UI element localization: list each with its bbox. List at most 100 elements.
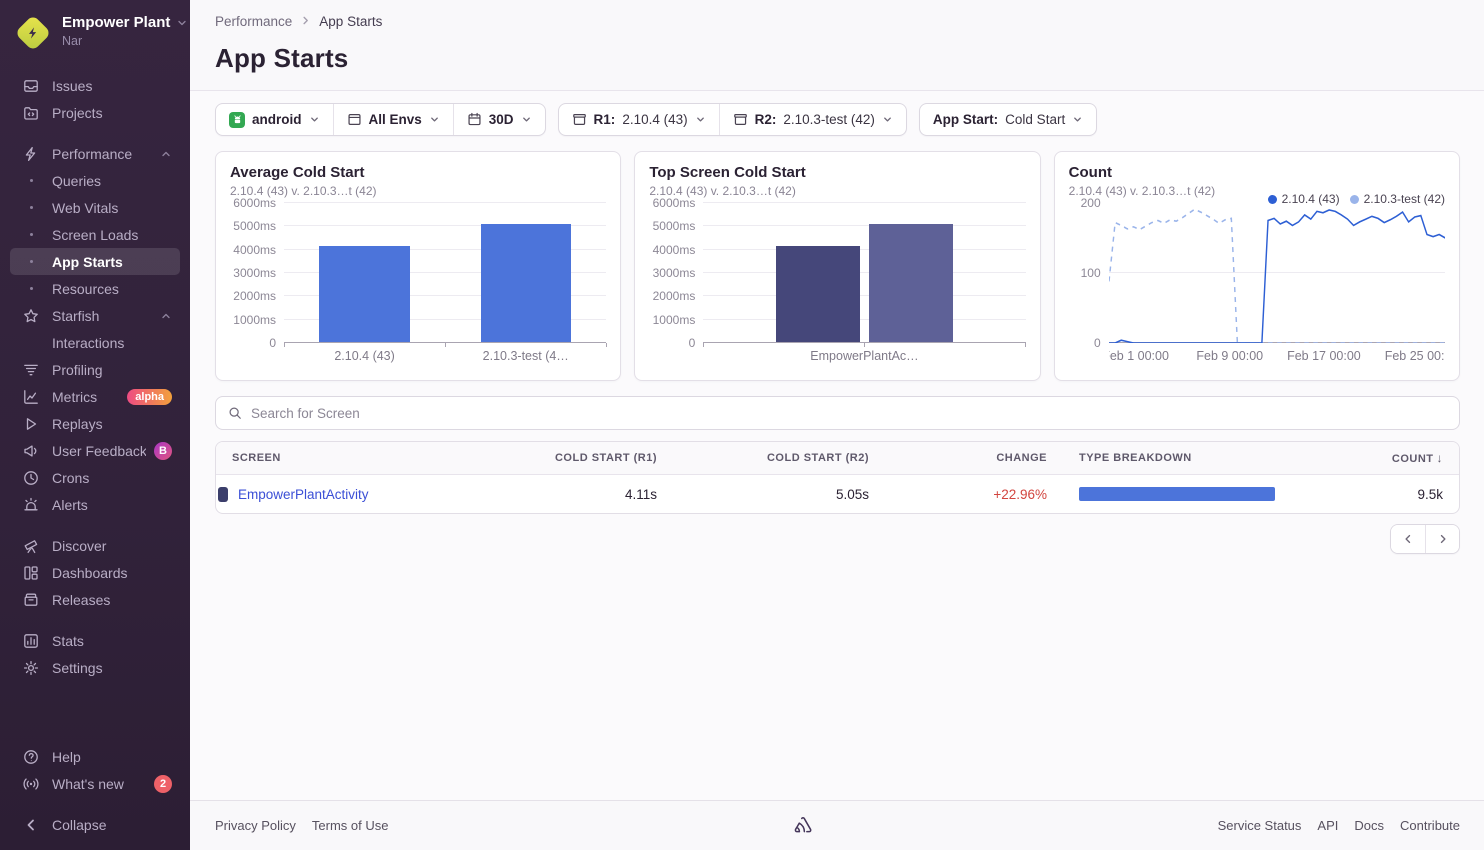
sidebar-item-label: Profiling — [52, 362, 172, 378]
column-header-type-breakdown[interactable]: TYPE BREAKDOWN — [1063, 452, 1293, 464]
sidebar-item-screen-loads[interactable]: Screen Loads — [10, 221, 180, 248]
column-header-change[interactable]: CHANGE — [885, 452, 1063, 464]
chevron-down-icon — [882, 114, 893, 125]
app-start-type-filter[interactable]: App Start: Cold Start — [920, 104, 1096, 135]
star-icon — [22, 307, 40, 325]
type-breakdown-bar — [1079, 487, 1275, 501]
footer-right-links: Service Status API Docs Contribute — [1218, 818, 1460, 833]
chart-subtitle: 2.10.4 (43) v. 2.10.3…t (42) — [230, 184, 606, 199]
sidebar-item-label: Help — [52, 749, 172, 765]
sidebar-item-label: Starfish — [52, 308, 160, 324]
siren-icon — [22, 496, 40, 514]
count-cell: 9.5k — [1293, 487, 1459, 502]
sidebar-item-replays[interactable]: Replays — [10, 410, 180, 437]
filter-bar: android All Envs 30D R1: 2 — [215, 103, 1460, 136]
releases-icon — [22, 591, 40, 609]
page-header: Performance App Starts App Starts — [190, 0, 1484, 91]
footer-link-api[interactable]: API — [1317, 818, 1338, 833]
legend-item-2-10-3-test-42[interactable]: 2.10.3-test (42) — [1350, 192, 1445, 206]
sidebar-item-alerts[interactable]: Alerts — [10, 491, 180, 518]
search-input[interactable] — [251, 406, 1447, 421]
sidebar-item-profiling[interactable]: Profiling — [10, 356, 180, 383]
org-subtitle: Nar — [62, 34, 188, 48]
sidebar-item-user-feedback[interactable]: User FeedbackB — [10, 437, 180, 464]
release2-filter[interactable]: R2: 2.10.3-test (42) — [719, 104, 906, 135]
y-axis-tick: 0 — [689, 336, 696, 350]
environment-filter-label: All Envs — [369, 112, 422, 127]
sidebar-item-collapse[interactable]: Collapse — [10, 811, 180, 838]
org-switcher[interactable]: Empower Plant Nar — [0, 0, 190, 58]
line-series-2-10-4-43 — [1109, 210, 1445, 343]
y-axis-tick: 0 — [1094, 336, 1101, 350]
footer-link-privacy-policy[interactable]: Privacy Policy — [215, 818, 296, 833]
column-header-screen[interactable]: SCREEN — [216, 452, 516, 464]
legend-item-2-10-4-43[interactable]: 2.10.4 (43) — [1268, 192, 1340, 206]
sidebar-item-issues[interactable]: Issues — [10, 72, 180, 99]
sidebar-item-label: Resources — [52, 281, 172, 297]
broadcast-icon — [22, 775, 40, 793]
app-start-filter-group: App Start: Cold Start — [919, 103, 1097, 136]
change-cell: +22.96% — [885, 487, 1063, 502]
gridline — [703, 249, 1025, 250]
calendar-icon — [467, 112, 482, 127]
column-header-cold-start-r1[interactable]: COLD START (R1) — [516, 452, 673, 464]
lightning-icon — [22, 145, 40, 163]
gridline — [703, 319, 1025, 320]
column-header-cold-start-r2[interactable]: COLD START (R2) — [673, 452, 885, 464]
sidebar-item-performance[interactable]: Performance — [10, 140, 180, 167]
chevron-down-icon — [429, 114, 440, 125]
pagination-prev-button[interactable] — [1391, 525, 1425, 553]
sidebar-section: PerformanceQueriesWeb VitalsScreen Loads… — [0, 140, 190, 518]
y-axis-tick: 6000ms — [233, 196, 276, 210]
chevron-up-icon — [160, 148, 172, 160]
sidebar-item-label: Stats — [52, 633, 172, 649]
chart-panel-top-screen-cold-start: Top Screen Cold Start2.10.4 (43) v. 2.10… — [634, 151, 1040, 381]
breadcrumb-performance[interactable]: Performance — [215, 14, 292, 29]
sidebar-item-dashboards[interactable]: Dashboards — [10, 559, 180, 586]
table-row: EmpowerPlantActivity4.11s5.05s+22.96%9.5… — [216, 475, 1459, 513]
sidebar-item-crons[interactable]: Crons — [10, 464, 180, 491]
sidebar-item-metrics[interactable]: Metricsalpha — [10, 383, 180, 410]
sidebar-item-web-vitals[interactable]: Web Vitals — [10, 194, 180, 221]
sidebar-item-releases[interactable]: Releases — [10, 586, 180, 613]
release-filter-group: R1: 2.10.4 (43) R2: 2.10.3-test (42) — [558, 103, 907, 136]
sidebar-item-projects[interactable]: Projects — [10, 99, 180, 126]
environment-icon — [347, 112, 362, 127]
project-filter[interactable]: android — [216, 104, 333, 135]
metrics-icon — [22, 388, 40, 406]
screen-link[interactable]: EmpowerPlantActivity — [238, 487, 369, 502]
sidebar-item-resources[interactable]: Resources — [10, 275, 180, 302]
bullet-icon — [22, 206, 40, 209]
date-filter[interactable]: 30D — [453, 104, 545, 135]
footer-link-service-status[interactable]: Service Status — [1218, 818, 1302, 833]
chevron-down-icon — [521, 114, 532, 125]
sidebar-item-settings[interactable]: Settings — [10, 654, 180, 681]
sidebar-item-queries[interactable]: Queries — [10, 167, 180, 194]
sidebar-bottom: Help What's new2 Collapse — [0, 743, 190, 850]
sidebar-item-interactions[interactable]: Interactions — [10, 329, 180, 356]
environment-filter[interactable]: All Envs — [333, 104, 453, 135]
footer-link-docs[interactable]: Docs — [1354, 818, 1384, 833]
y-axis-tick: 2000ms — [233, 289, 276, 303]
footer-link-terms-of-use[interactable]: Terms of Use — [312, 818, 389, 833]
sort-desc-icon: ↓ — [1437, 451, 1444, 465]
sidebar-item-discover[interactable]: Discover — [10, 532, 180, 559]
release1-filter[interactable]: R1: 2.10.4 (43) — [559, 104, 719, 135]
sidebar-item-help[interactable]: Help — [10, 743, 180, 770]
count-badge: 2 — [154, 775, 172, 793]
bar-2-10-3-test-4 — [481, 224, 571, 342]
pagination-next-button[interactable] — [1425, 525, 1459, 553]
sidebar-item-app-starts[interactable]: App Starts — [10, 248, 180, 275]
sidebar-item-what-s-new[interactable]: What's new2 — [10, 770, 180, 797]
y-axis-tick: 200 — [1081, 196, 1101, 210]
sidebar-item-stats[interactable]: Stats — [10, 627, 180, 654]
sidebar-section: Stats Settings — [0, 627, 190, 681]
release1-prefix: R1: — [594, 112, 616, 127]
y-axis-tick: 1000ms — [653, 313, 696, 327]
sidebar-item-starfish[interactable]: Starfish — [10, 302, 180, 329]
stats-icon — [22, 632, 40, 650]
footer-link-contribute[interactable]: Contribute — [1400, 818, 1460, 833]
column-header-count[interactable]: COUNT↓ — [1293, 451, 1459, 465]
change-value: +22.96% — [993, 487, 1047, 502]
y-axis-tick: 1000ms — [233, 313, 276, 327]
